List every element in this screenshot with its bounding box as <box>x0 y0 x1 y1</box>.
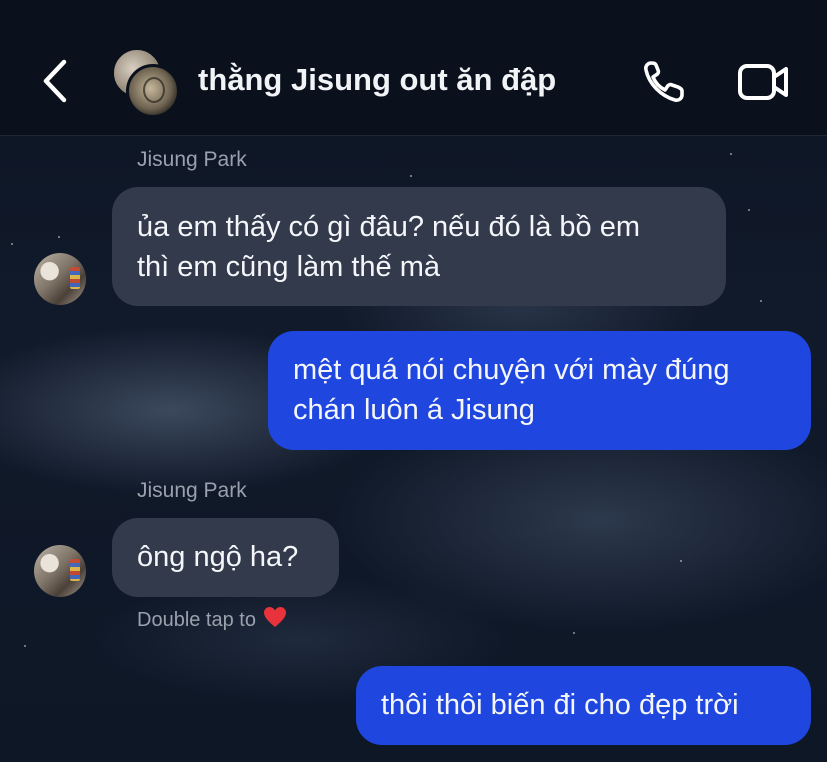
outgoing-message-bubble[interactable]: thôi thôi biến đi cho đẹp trời <box>356 666 811 745</box>
avatar[interactable] <box>34 545 86 597</box>
reaction-hint: Double tap to <box>137 605 288 632</box>
video-camera-icon <box>738 64 788 100</box>
group-avatar[interactable] <box>112 48 180 118</box>
wallpaper-star <box>11 243 13 245</box>
message-line: mệt quá nói chuyện với mày đúng <box>293 354 730 386</box>
back-button[interactable] <box>36 58 76 104</box>
wallpaper-star <box>573 632 575 634</box>
wallpaper-star <box>748 209 750 211</box>
wallpaper-star <box>24 645 26 647</box>
wallpaper-star <box>760 300 762 302</box>
message-line: thôi thôi biến đi cho đẹp trời <box>381 689 739 721</box>
phone-icon <box>644 61 684 102</box>
wallpaper-star <box>410 175 412 177</box>
avatar[interactable] <box>34 253 86 305</box>
voice-call-button[interactable] <box>640 58 690 106</box>
wallpaper-star <box>730 153 732 155</box>
sender-name: Jisung Park <box>137 479 247 502</box>
sender-name: Jisung Park <box>137 148 247 171</box>
avatar <box>126 64 180 118</box>
outgoing-message-bubble[interactable]: mệt quá nói chuyện với mày đúng chán luô… <box>268 331 811 450</box>
video-call-button[interactable] <box>736 60 792 104</box>
message-line: ông ngộ ha? <box>137 541 299 573</box>
reaction-hint-text: Double tap to <box>137 609 256 631</box>
chat-header: thằng Jisung out ăn đập <box>0 0 827 136</box>
message-line: ủa em thấy có gì đâu? nếu đó là bồ em <box>137 211 641 243</box>
incoming-message-bubble[interactable]: ông ngộ ha? <box>112 518 339 597</box>
incoming-message-bubble[interactable]: ủa em thấy có gì đâu? nếu đó là bồ em th… <box>112 187 726 306</box>
wallpaper-star <box>58 236 60 238</box>
message-line: thì em cũng làm thế mà <box>137 251 441 283</box>
heart-icon <box>263 607 286 627</box>
wallpaper-star <box>680 560 682 562</box>
chat-title[interactable]: thằng Jisung out ăn đập <box>198 62 556 98</box>
message-line: chán luôn á Jisung <box>293 394 535 426</box>
chevron-left-icon <box>43 59 67 103</box>
